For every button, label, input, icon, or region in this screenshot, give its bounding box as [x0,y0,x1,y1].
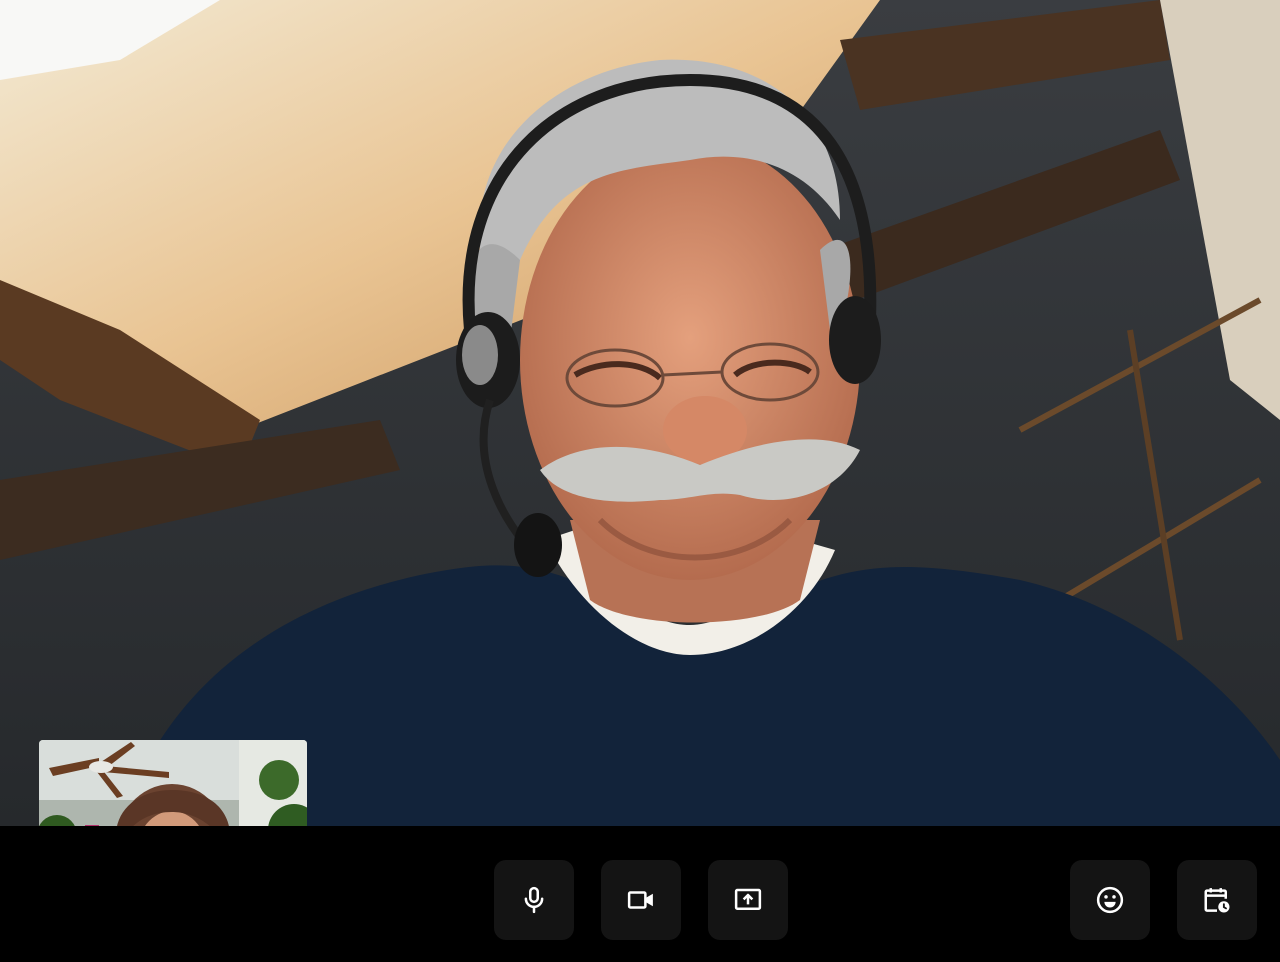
call-control-bar [0,826,1280,962]
calendar-clock-icon [1204,888,1230,913]
reactions-button[interactable] [1070,860,1150,940]
share-screen-icon [734,888,762,910]
remote-video-frame [0,0,1280,826]
microphone-icon [524,886,544,914]
remote-video [0,0,1280,826]
camera-button[interactable] [601,860,681,940]
smiley-face-icon [1096,886,1124,914]
video-camera-icon [627,891,653,909]
microphone-button[interactable] [494,860,574,940]
share-screen-button[interactable] [708,860,788,940]
schedule-button[interactable] [1177,860,1257,940]
